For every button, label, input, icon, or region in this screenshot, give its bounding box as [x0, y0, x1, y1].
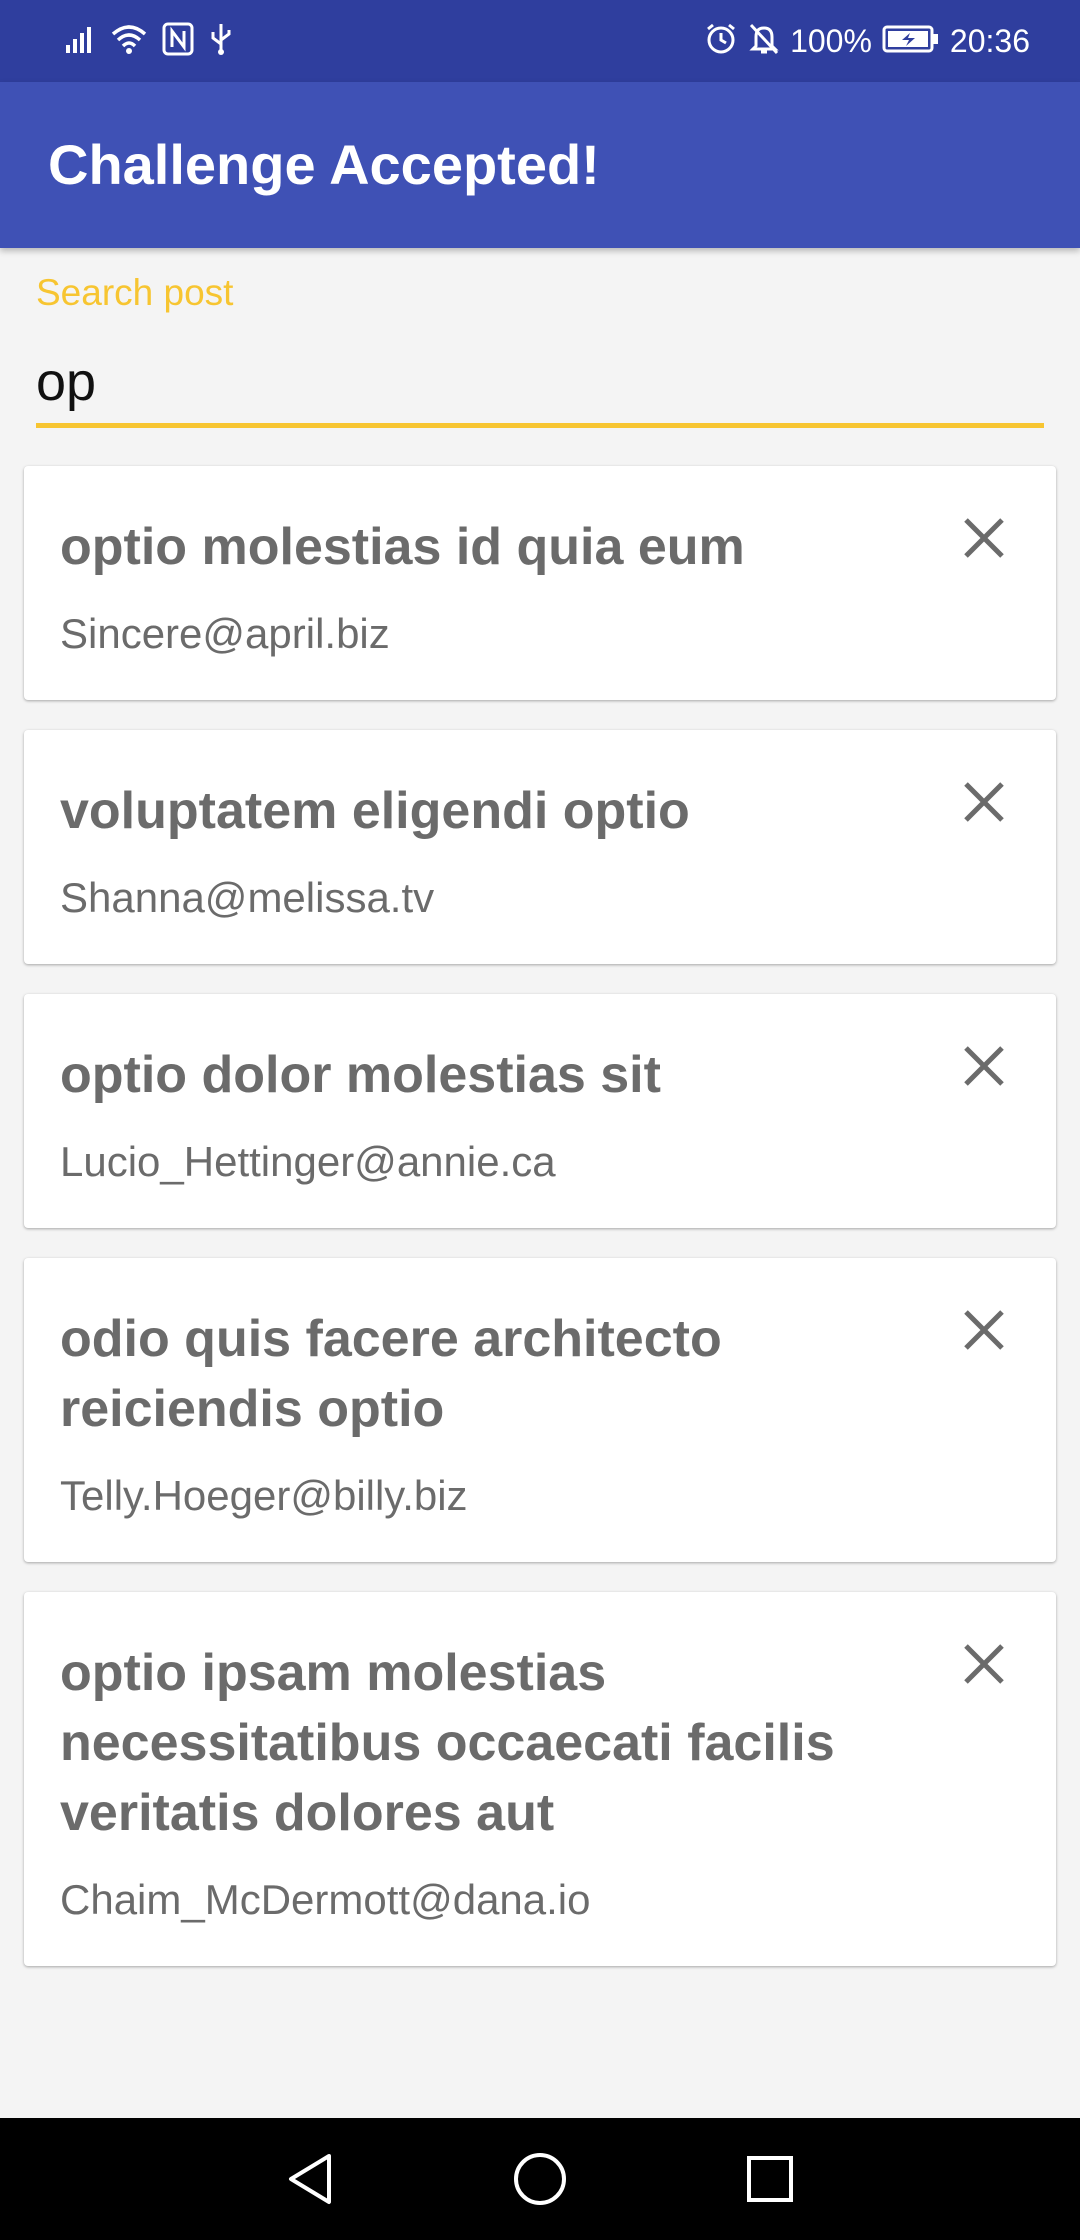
post-card[interactable]: voluptatem eligendi optio Shanna@melissa… [24, 730, 1056, 964]
app-title: Challenge Accepted! [48, 133, 600, 196]
back-button[interactable] [280, 2149, 340, 2209]
post-title: voluptatem eligendi optio [60, 782, 690, 840]
back-icon [289, 2154, 331, 2204]
close-icon [964, 518, 1004, 558]
post-email: Shanna@melissa.tv [60, 874, 435, 921]
app-bar: Challenge Accepted! [0, 82, 1080, 248]
post-email: Telly.Hoeger@billy.biz [60, 1472, 468, 1519]
wifi-icon [110, 23, 148, 60]
signal-icon [64, 23, 96, 60]
clock: 20:36 [949, 22, 1030, 59]
recents-icon [747, 2156, 793, 2202]
status-icons-left [64, 20, 234, 62]
close-icon [964, 1046, 1004, 1086]
status-icons-right: 100% 20:36 [704, 20, 1030, 62]
close-icon [964, 1644, 1004, 1684]
battery-percent: 100% [790, 22, 872, 59]
post-card[interactable]: odio quis facere architecto reiciendis o… [24, 1258, 1056, 1562]
delete-post-button[interactable] [952, 506, 1016, 570]
delete-post-button[interactable] [952, 1632, 1016, 1696]
post-title: odio quis facere architecto reiciendis o… [60, 1310, 722, 1438]
delete-post-button[interactable] [952, 770, 1016, 834]
status-bar: 100% 20:36 [0, 0, 1080, 82]
search-label: Search post [36, 272, 234, 313]
post-card[interactable]: optio dolor molestias sit Lucio_Hettinge… [24, 994, 1056, 1228]
alarm-icon [704, 22, 738, 61]
delete-post-button[interactable] [952, 1298, 1016, 1362]
close-icon [964, 1310, 1004, 1350]
post-email: Lucio_Hettinger@annie.ca [60, 1138, 556, 1185]
close-icon [964, 782, 1004, 822]
post-title: optio ipsam molestias necessitatibus occ… [60, 1644, 835, 1842]
post-title: optio molestias id quia eum [60, 518, 745, 576]
search-input[interactable] [36, 340, 1044, 428]
post-list: optio molestias id quia eum Sincere@apri… [24, 466, 1056, 1996]
navigation-bar [0, 2118, 1080, 2240]
post-email: Sincere@april.biz [60, 610, 390, 657]
home-button[interactable] [510, 2149, 570, 2209]
usb-icon [208, 22, 234, 61]
post-email: Chaim_McDermott@dana.io [60, 1876, 591, 1923]
post-title: optio dolor molestias sit [60, 1046, 661, 1104]
bell-off-icon [748, 22, 780, 61]
nfc-icon [162, 22, 194, 61]
delete-post-button[interactable] [952, 1034, 1016, 1098]
post-card[interactable]: optio molestias id quia eum Sincere@apri… [24, 466, 1056, 700]
battery-charging-icon [882, 24, 940, 59]
post-card[interactable]: optio ipsam molestias necessitatibus occ… [24, 1592, 1056, 1966]
home-icon [514, 2153, 566, 2205]
recents-button[interactable] [740, 2149, 800, 2209]
